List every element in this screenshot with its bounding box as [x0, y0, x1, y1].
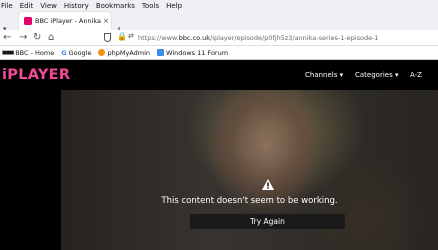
menu-history[interactable]: History [64, 2, 89, 10]
bbc-blocks-icon: ■■■ [2, 49, 14, 56]
try-again-button[interactable]: Try Again [190, 214, 345, 229]
bookmark-phpmyadmin[interactable]: phpMyAdmin [98, 49, 150, 57]
nav-a-z[interactable]: A-Z [410, 70, 422, 80]
menu-file[interactable]: File [1, 2, 13, 10]
reload-icon[interactable]: ↻ [33, 31, 41, 45]
tab-strip: ▾ BBC iPlayer - Annika - Serie × + [0, 11, 438, 38]
error-message: This content doesn't seem to be working. [161, 196, 338, 206]
tracking-protection-icon[interactable] [104, 33, 111, 42]
back-icon[interactable]: ← [3, 31, 11, 45]
warning-icon [262, 179, 274, 190]
iplayer-logo[interactable]: iPLAYER [2, 66, 70, 84]
close-tab-icon[interactable]: × [101, 17, 111, 25]
home-icon[interactable]: ⌂ [48, 31, 54, 45]
menu-bar: File Edit View History Bookmarks Tools H… [0, 0, 438, 11]
tab-bbc-iplayer[interactable]: BBC iPlayer - Annika - Serie × [19, 12, 111, 30]
menu-bookmarks[interactable]: Bookmarks [96, 2, 135, 10]
bookmarks-bar: ■■■ BBC - Home G Google phpMyAdmin Windo… [0, 46, 438, 60]
bookmark-label: phpMyAdmin [107, 48, 151, 57]
forward-icon[interactable]: → [19, 31, 27, 45]
url-path: /iplayer/episode/p0fjh5z3/annika-series-… [210, 34, 379, 42]
navigation-bar: ← → ↻ ⌂ 🔒 ⇄ https://www.bbc.co.uk/iplaye… [0, 30, 438, 46]
bookmark-bbc-home[interactable]: ■■■ BBC - Home [2, 49, 54, 57]
tab-title: BBC iPlayer - Annika - Serie [35, 17, 101, 25]
nav-channels[interactable]: Channels ▾ [305, 70, 343, 80]
bookmark-label: BBC - Home [15, 48, 55, 57]
menu-tools[interactable]: Tools [142, 2, 159, 10]
windows-icon [157, 49, 165, 56]
bookmark-windows11-forum[interactable]: Windows 11 Forum [157, 49, 228, 57]
phpmyadmin-icon [98, 49, 106, 56]
google-icon: G [61, 48, 67, 57]
nav-categories[interactable]: Categories ▾ [355, 70, 398, 80]
lock-icon[interactable]: 🔒 [117, 32, 127, 41]
url-domain: bbc.co.uk [178, 34, 210, 42]
bookmark-label: Windows 11 Forum [166, 48, 229, 57]
menu-help[interactable]: Help [166, 2, 182, 10]
bookmark-label: Google [68, 48, 92, 57]
bookmark-google[interactable]: G Google [61, 49, 91, 57]
iplayer-header: iPLAYER Channels ▾ Categories ▾ A-Z [0, 60, 438, 90]
permissions-icon[interactable]: ⇄ [128, 32, 134, 40]
menu-edit[interactable]: Edit [20, 2, 34, 10]
video-player[interactable]: This content doesn't seem to be working.… [61, 90, 438, 250]
menu-view[interactable]: View [40, 2, 57, 10]
url-prefix: https://www. [138, 34, 179, 42]
address-bar[interactable]: https://www.bbc.co.uk/iplayer/episode/p0… [138, 32, 379, 44]
bbc-favicon-icon [24, 17, 32, 25]
